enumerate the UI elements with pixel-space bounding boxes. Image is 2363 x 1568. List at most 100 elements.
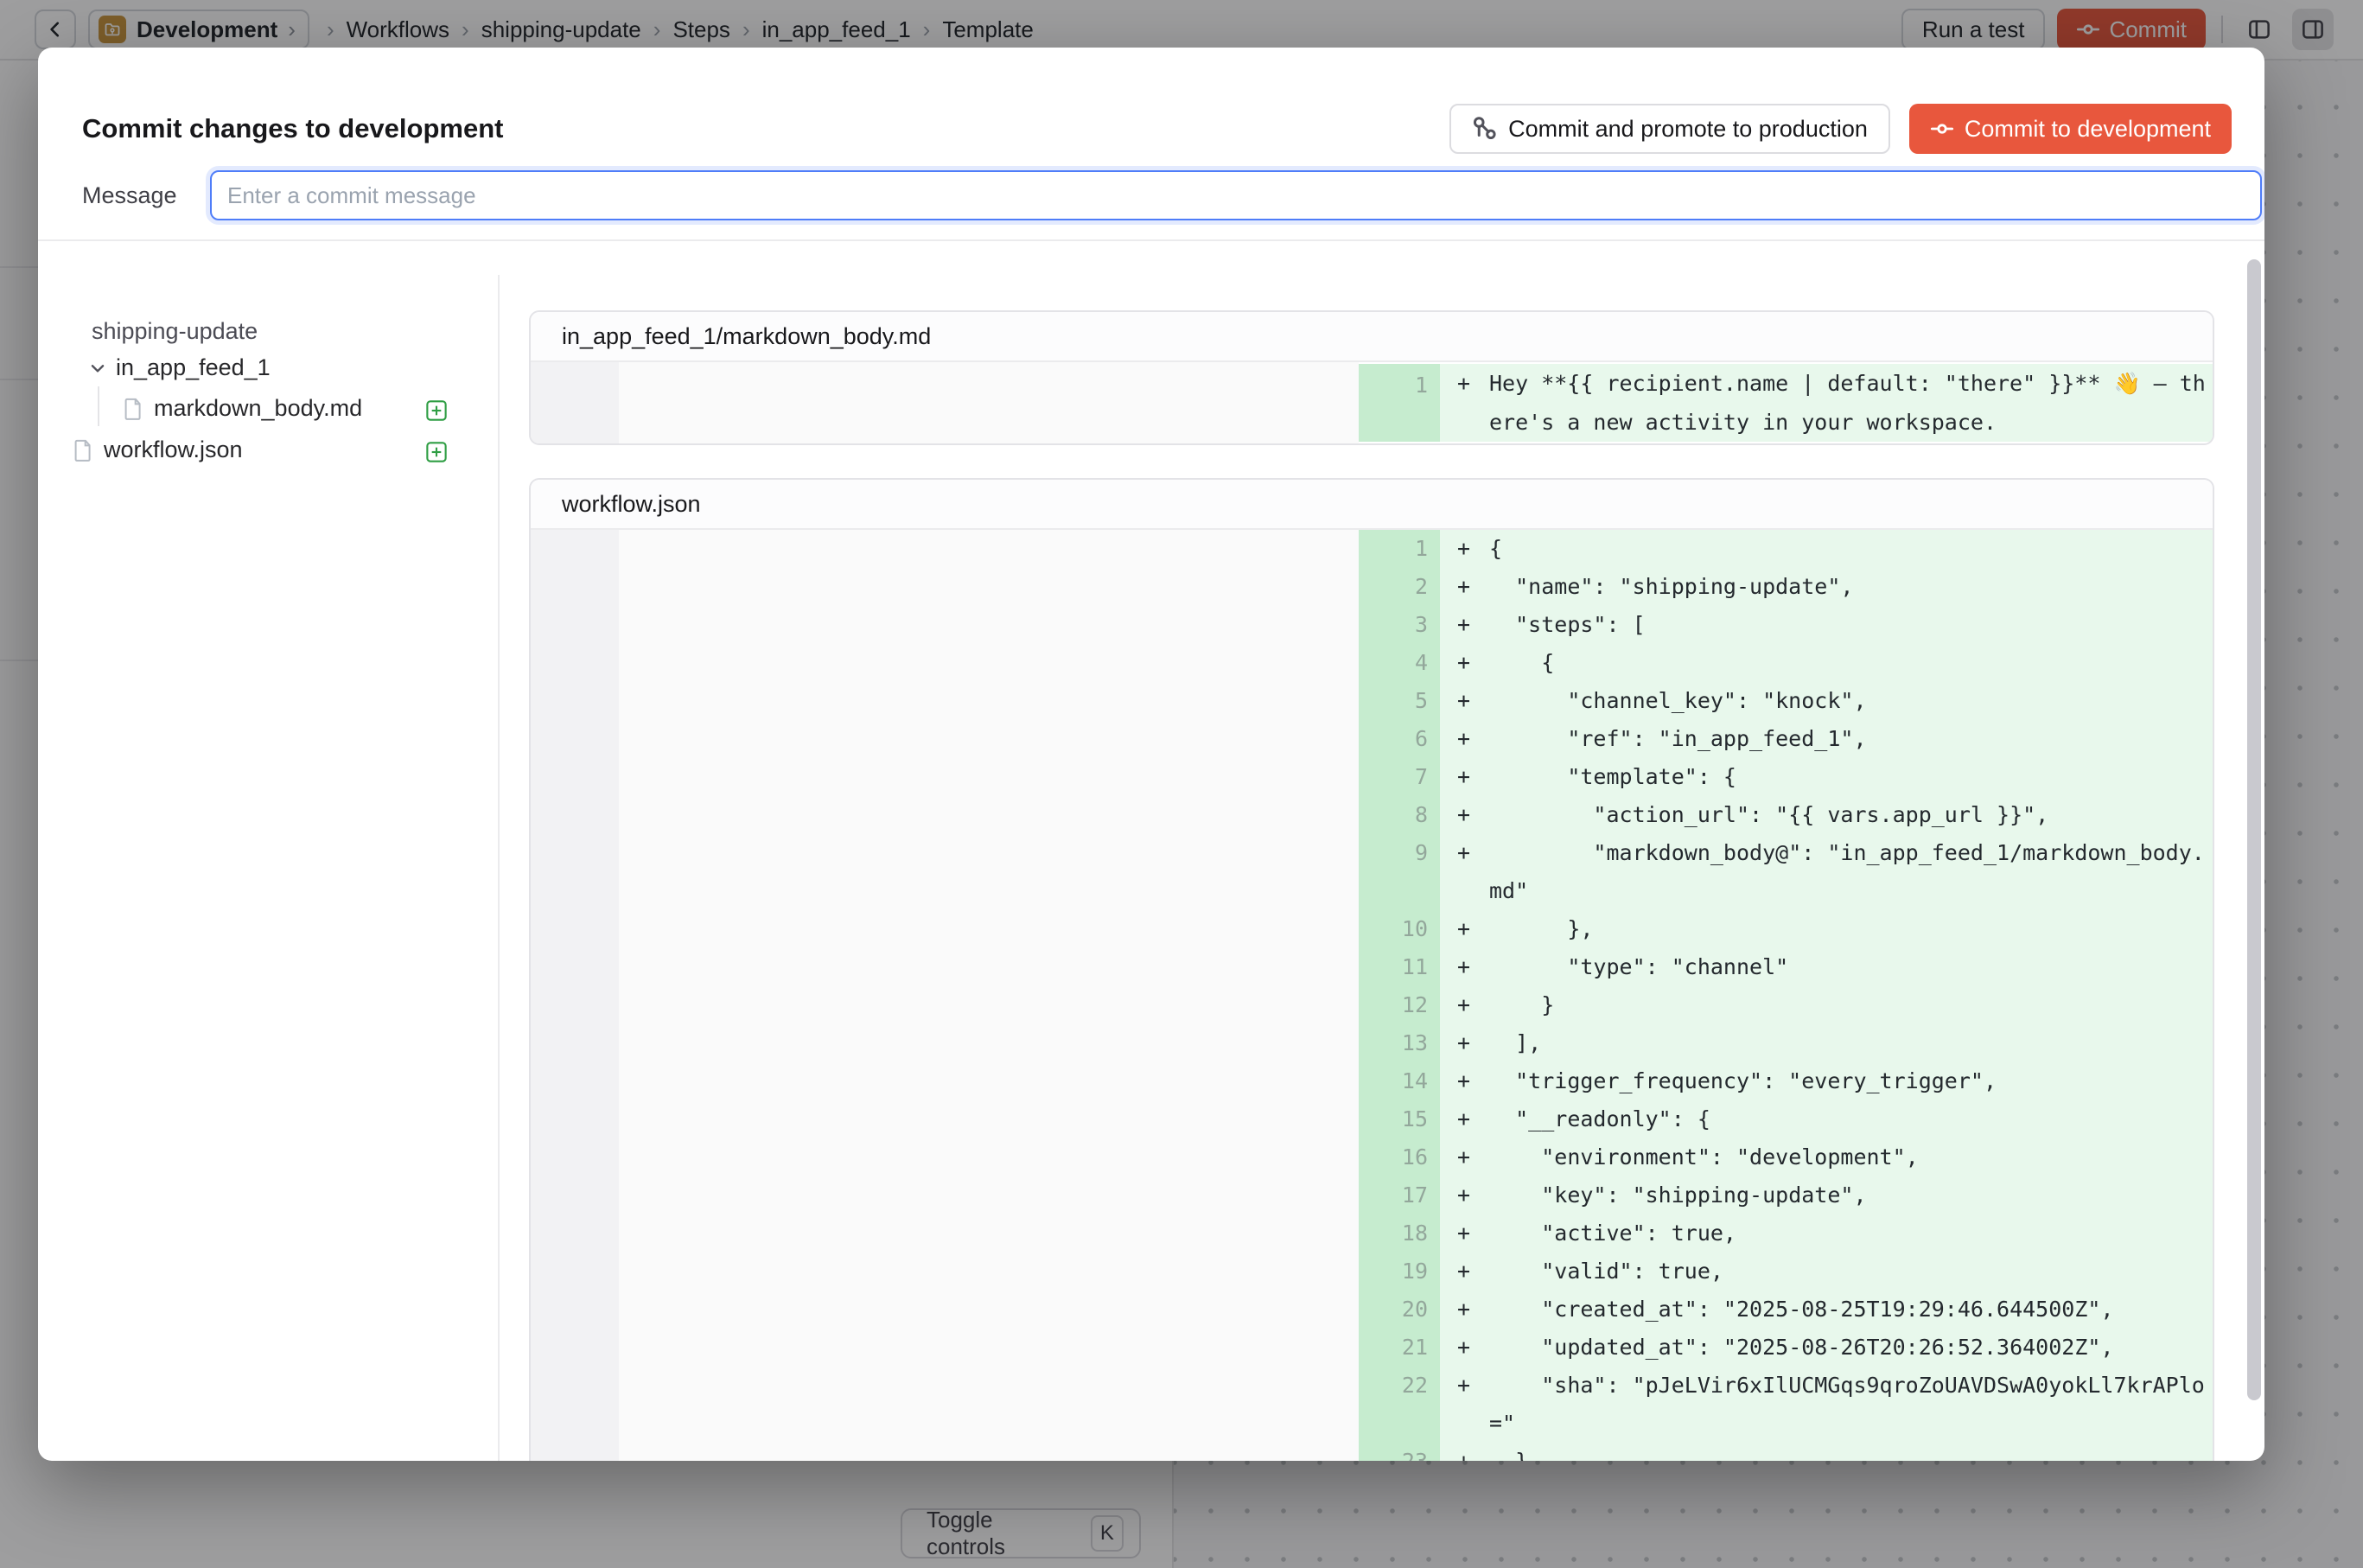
code-text: "active": true,	[1489, 1214, 2208, 1252]
line-content: + "trigger_frequency": "every_trigger",	[1440, 1062, 2213, 1100]
tree-guide-line	[98, 386, 99, 426]
code-text: "sha": "pJeLVir6xIlUCMGqs9qroZoUAVDSwA0y…	[1489, 1367, 2208, 1443]
diff-old-gutter	[531, 530, 619, 1461]
diff-line: 10 + },	[1359, 910, 2213, 948]
code-text: "key": "shipping-update",	[1489, 1176, 2208, 1214]
tree-folder-row[interactable]: in_app_feed_1	[88, 354, 271, 381]
line-content: + "action_url": "{{ vars.app_url }}",	[1440, 796, 2213, 834]
diff-plus-sign: +	[1457, 948, 1470, 986]
diff-line: 9 + "markdown_body@": "in_app_feed_1/mar…	[1359, 834, 2213, 910]
code-text: "trigger_frequency": "every_trigger",	[1489, 1062, 2208, 1100]
code-text: "environment": "development",	[1489, 1138, 2208, 1176]
diff-line: 14 + "trigger_frequency": "every_trigger…	[1359, 1062, 2213, 1100]
line-content: + "created_at": "2025-08-25T19:29:46.644…	[1440, 1291, 2213, 1329]
promote-icon	[1472, 116, 1498, 142]
code-text: "template": {	[1489, 758, 2208, 796]
diff-plus-sign: +	[1457, 1024, 1470, 1062]
diff-line: 2 + "name": "shipping-update",	[1359, 568, 2213, 606]
tree-root-label[interactable]: shipping-update	[92, 318, 258, 345]
diff-plus-sign: +	[1457, 1100, 1470, 1138]
line-number: 1	[1359, 364, 1440, 442]
sidebar-content-divider	[498, 275, 500, 1461]
code-text: "name": "shipping-update",	[1489, 568, 2208, 606]
line-content: + "__readonly": {	[1440, 1100, 2213, 1138]
tree-folder-label[interactable]: in_app_feed_1	[116, 354, 271, 381]
diff-plus-sign: +	[1457, 1214, 1470, 1252]
diff-plus-sign: +	[1457, 568, 1470, 606]
code-text: "type": "channel"	[1489, 948, 2208, 986]
file-icon	[73, 438, 93, 462]
line-number: 10	[1359, 910, 1440, 948]
diff-added-lines: 1 +{ 2 + "name": "shipping-update", 3 + …	[1359, 530, 2213, 1461]
diff-line: 16 + "environment": "development",	[1359, 1138, 2213, 1176]
diff-line: 1 +Hey **{{ recipient.name | default: "t…	[1359, 364, 2213, 442]
code-text: "updated_at": "2025-08-26T20:26:52.36400…	[1489, 1329, 2208, 1367]
diff-card-markdown: in_app_feed_1/markdown_body.md 1 +Hey **…	[529, 310, 2214, 445]
diff-line: 15 + "__readonly": {	[1359, 1100, 2213, 1138]
code-text: Hey **{{ recipient.name | default: "ther…	[1489, 364, 2208, 442]
line-content: + "ref": "in_app_feed_1",	[1440, 720, 2213, 758]
diff-plus-sign: +	[1457, 530, 1470, 568]
code-text: {	[1489, 644, 2208, 682]
commit-to-development-label: Commit to development	[1965, 116, 2211, 143]
tree-file-markdown[interactable]: markdown_body.md	[123, 395, 362, 422]
line-number: 20	[1359, 1291, 1440, 1329]
diff-card-workflow: workflow.json 1 +{ 2 + "name": "shippin	[529, 478, 2214, 1461]
diff-plus-sign: +	[1457, 1367, 1470, 1405]
diff-line: 18 + "active": true,	[1359, 1214, 2213, 1252]
diff-body: 1 +Hey **{{ recipient.name | default: "t…	[531, 362, 2213, 443]
line-number: 18	[1359, 1214, 1440, 1252]
diff-line: 1 +{	[1359, 530, 2213, 568]
diff-plus-sign: +	[1457, 796, 1470, 834]
diff-plus-sign: +	[1457, 720, 1470, 758]
tree-file-workflow[interactable]: workflow.json	[73, 437, 243, 463]
added-file-icon	[425, 399, 448, 422]
message-label: Message	[82, 182, 177, 209]
line-content: + "template": {	[1440, 758, 2213, 796]
diff-old-gutter	[531, 362, 619, 443]
line-content: +Hey **{{ recipient.name | default: "the…	[1440, 364, 2213, 442]
line-number: 5	[1359, 682, 1440, 720]
diff-line: 23 + }	[1359, 1443, 2213, 1461]
code-text: }	[1489, 1443, 2208, 1461]
line-content: + "channel_key": "knock",	[1440, 682, 2213, 720]
tree-file-label[interactable]: workflow.json	[104, 437, 243, 463]
line-content: + }	[1440, 1443, 2213, 1461]
line-number: 13	[1359, 1024, 1440, 1062]
line-number: 4	[1359, 644, 1440, 682]
diff-plus-sign: +	[1457, 682, 1470, 720]
commit-and-promote-button[interactable]: Commit and promote to production	[1449, 104, 1890, 154]
diff-plus-sign: +	[1457, 644, 1470, 682]
code-text: "channel_key": "knock",	[1489, 682, 2208, 720]
commit-to-development-button[interactable]: Commit to development	[1909, 104, 2232, 154]
line-number: 9	[1359, 834, 1440, 910]
code-text: "steps": [	[1489, 606, 2208, 644]
commit-modal: Commit changes to development Commit and…	[38, 48, 2264, 1461]
commit-message-input[interactable]	[210, 170, 2262, 220]
code-text: "__readonly": {	[1489, 1100, 2208, 1138]
line-content: + "steps": [	[1440, 606, 2213, 644]
diff-line: 21 + "updated_at": "2025-08-26T20:26:52.…	[1359, 1329, 2213, 1367]
line-number: 12	[1359, 986, 1440, 1024]
tree-file-label[interactable]: markdown_body.md	[154, 395, 362, 422]
line-number: 14	[1359, 1062, 1440, 1100]
diff-plus-sign: +	[1457, 910, 1470, 948]
modal-title: Commit changes to development	[82, 113, 503, 144]
line-content: + "environment": "development",	[1440, 1138, 2213, 1176]
diff-old-content	[619, 362, 1359, 443]
diff-plus-sign: +	[1457, 1176, 1470, 1214]
diff-line: 11 + "type": "channel"	[1359, 948, 2213, 986]
diff-plus-sign: +	[1457, 1138, 1470, 1176]
line-number: 22	[1359, 1367, 1440, 1443]
line-number: 11	[1359, 948, 1440, 986]
line-content: + "type": "channel"	[1440, 948, 2213, 986]
modal-scrollbar-thumb[interactable]	[2247, 259, 2261, 1400]
diff-line: 12 + }	[1359, 986, 2213, 1024]
commit-and-promote-label: Commit and promote to production	[1508, 116, 1868, 143]
commit-icon	[1930, 117, 1954, 141]
app-screen: Development › › Workflows › shipping-upd…	[0, 0, 2363, 1568]
line-number: 2	[1359, 568, 1440, 606]
line-number: 1	[1359, 530, 1440, 568]
diff-line: 22 + "sha": "pJeLVir6xIlUCMGqs9qroZoUAVD…	[1359, 1367, 2213, 1443]
code-text: }	[1489, 986, 2208, 1024]
